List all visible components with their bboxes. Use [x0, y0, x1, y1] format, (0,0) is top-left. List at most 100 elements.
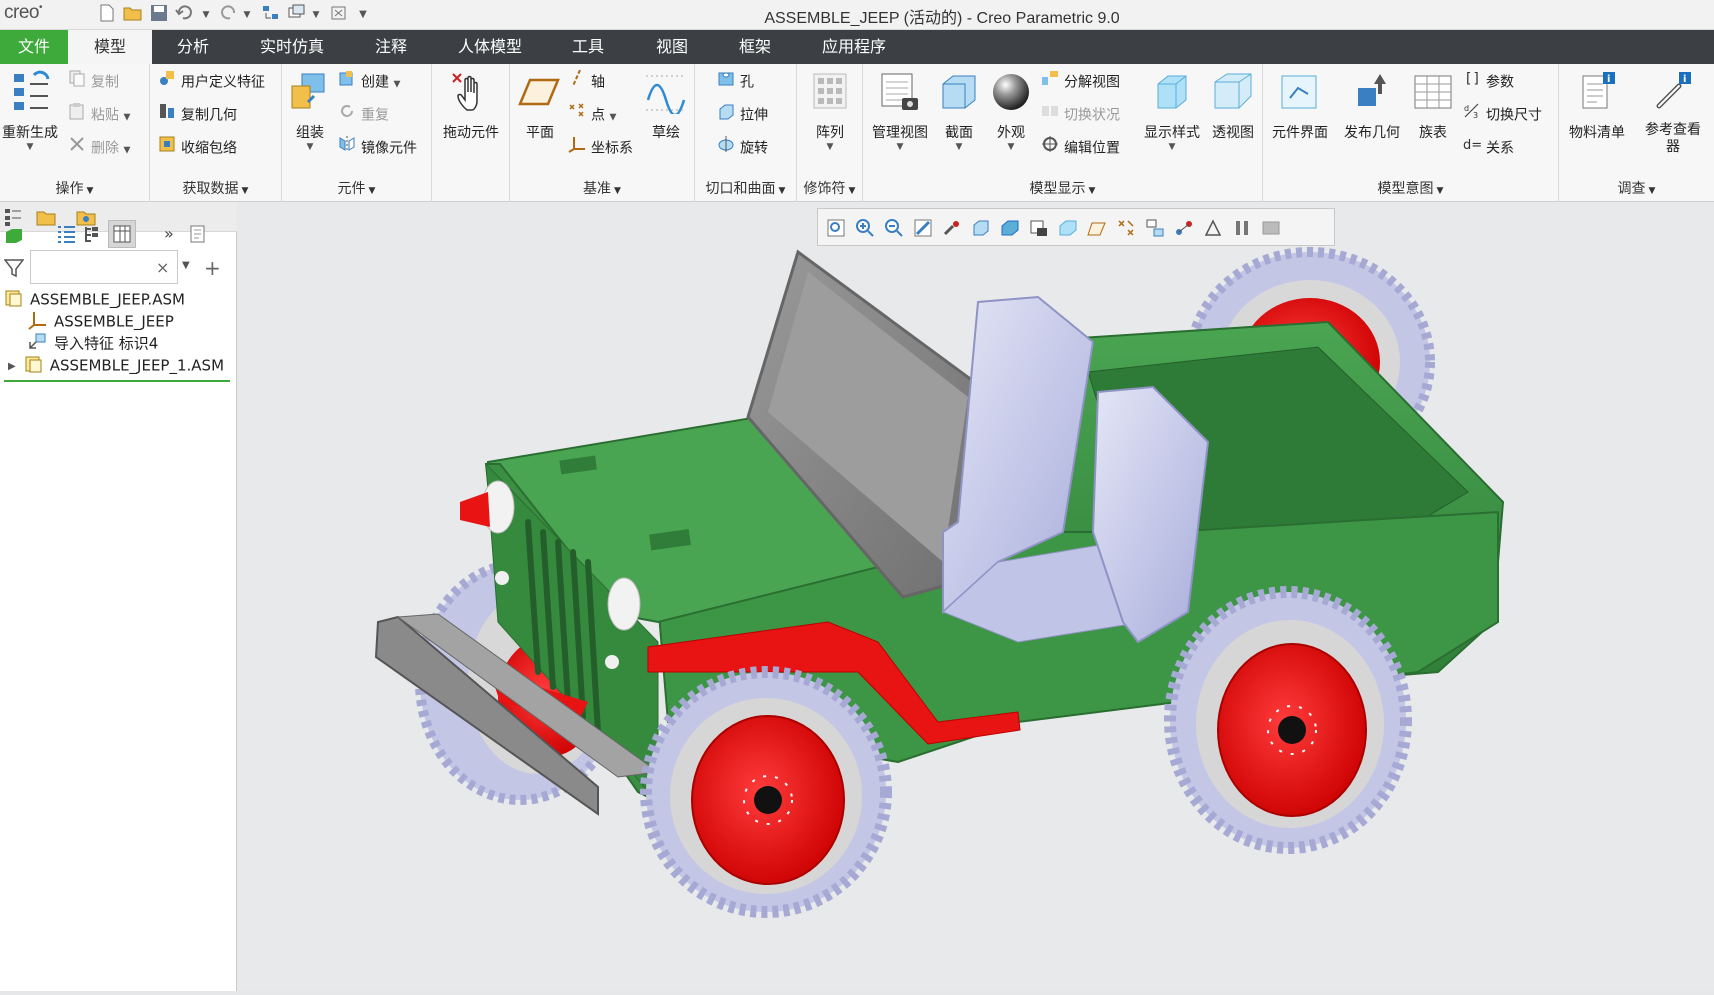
- group-label-model-intent[interactable]: 模型意图 ▼: [1263, 178, 1558, 198]
- bill-of-materials-button[interactable]: i 物料清单: [1563, 70, 1631, 142]
- view-normal-icon[interactable]: [1203, 218, 1223, 238]
- axis-button[interactable]: 轴: [568, 69, 605, 95]
- search-dropdown-icon[interactable]: ▼: [182, 260, 202, 280]
- section-dropdown-icon[interactable]: ▼: [933, 142, 985, 152]
- reference-viewer-button[interactable]: i 参考查看器: [1635, 70, 1711, 156]
- appearance-dropdown-icon[interactable]: ▼: [985, 142, 1037, 152]
- tree-item-csys[interactable]: ASSEMBLE_JEEP: [28, 310, 174, 334]
- spin-center-toggle-icon[interactable]: [1174, 218, 1194, 238]
- refit-icon[interactable]: [826, 218, 846, 238]
- repaint-icon[interactable]: [913, 218, 933, 238]
- tree-settings-icon[interactable]: [188, 224, 208, 244]
- front-left-wheel[interactable]: [640, 666, 892, 918]
- annotation-display-icon[interactable]: [1145, 218, 1165, 238]
- tab-file[interactable]: 文件: [0, 30, 68, 64]
- relations-button[interactable]: d= 关系: [1463, 135, 1514, 161]
- exit-view-icon[interactable]: [1261, 218, 1281, 238]
- datum-axes-display-icon[interactable]: [1116, 218, 1136, 238]
- tab-applications[interactable]: 应用程序: [800, 30, 908, 64]
- tree-filter-view-icon[interactable]: [82, 224, 102, 244]
- section-button[interactable]: 截面 ▼: [933, 70, 985, 152]
- graphics-window[interactable]: [238, 202, 1714, 991]
- insert-here-marker[interactable]: [4, 380, 230, 382]
- appearance-button[interactable]: 外观 ▼: [985, 70, 1037, 152]
- extrude-button[interactable]: 拉伸: [717, 102, 768, 128]
- datum-display-icon[interactable]: [1087, 218, 1107, 238]
- tree-columns-icon[interactable]: [108, 220, 136, 248]
- parameters-button[interactable]: [] 参数: [1463, 69, 1514, 95]
- edit-position-button[interactable]: 编辑位置: [1041, 135, 1120, 161]
- zoom-in-icon[interactable]: [855, 218, 875, 238]
- tab-view[interactable]: 视图: [634, 30, 710, 64]
- group-label-modifiers[interactable]: 修饰符 ▼: [797, 178, 862, 198]
- point-button[interactable]: 点 ▼: [568, 102, 616, 128]
- tab-tools[interactable]: 工具: [550, 30, 626, 64]
- view-manager-icon[interactable]: [1029, 218, 1049, 238]
- clear-search-icon[interactable]: ×: [156, 258, 176, 278]
- manage-views-dropdown-icon[interactable]: ▼: [869, 142, 931, 152]
- tree-item-assembly[interactable]: ASSEMBLE_JEEP.ASM: [4, 288, 185, 312]
- tree-list-view-icon[interactable]: [56, 224, 76, 244]
- copy-button[interactable]: 复制: [68, 69, 119, 95]
- delete-button[interactable]: 删除 ▼: [68, 135, 130, 161]
- display-style-dropdown-icon[interactable]: ▼: [1141, 142, 1203, 152]
- component-interface-button[interactable]: 元件界面: [1263, 70, 1337, 142]
- group-label-investigate[interactable]: 调查 ▼: [1559, 178, 1714, 198]
- drag-components-button[interactable]: 拖动元件: [432, 70, 510, 142]
- switch-dimensions-button[interactable]: d 3 切换尺寸: [1463, 102, 1542, 128]
- group-label-model-display[interactable]: 模型显示 ▼: [863, 178, 1262, 198]
- regenerate-button[interactable]: 重新生成 ▼: [0, 70, 60, 152]
- family-table-button[interactable]: 族表: [1407, 70, 1459, 142]
- tab-framework[interactable]: 框架: [716, 30, 794, 64]
- tree-item-subassembly[interactable]: ▶ ASSEMBLE_JEEP_1.ASM: [8, 354, 224, 378]
- group-label-operations[interactable]: 操作 ▼: [0, 178, 149, 198]
- expand-arrow-icon[interactable]: ▶: [8, 361, 16, 372]
- display-style-button[interactable]: 显示样式 ▼: [1141, 70, 1203, 152]
- model-tree-tab-icon[interactable]: [3, 207, 23, 227]
- display-style-toolbar-icon[interactable]: [1058, 218, 1078, 238]
- tab-live-simulation[interactable]: 实时仿真: [240, 30, 344, 64]
- exploded-view-button[interactable]: 分解视图: [1041, 69, 1120, 95]
- coordinate-system-button[interactable]: 坐标系: [568, 135, 633, 161]
- tab-model[interactable]: 模型: [68, 30, 152, 64]
- assemble-dropdown-icon[interactable]: ▼: [282, 142, 338, 152]
- tab-analysis[interactable]: 分析: [152, 30, 234, 64]
- copy-geometry-button[interactable]: 复制几何: [158, 102, 237, 128]
- pause-icon[interactable]: [1232, 218, 1252, 238]
- folder-browser-tab-icon[interactable]: [36, 207, 56, 227]
- tree-item-import-feature[interactable]: 导入特征 标识4: [28, 332, 158, 356]
- create-button[interactable]: 创建 ▼: [338, 69, 400, 95]
- group-label-get-data[interactable]: 获取数据 ▼: [150, 178, 281, 198]
- show-component-icon[interactable]: [4, 226, 24, 246]
- tab-annotate[interactable]: 注释: [352, 30, 430, 64]
- saved-orientations-icon[interactable]: [971, 218, 991, 238]
- plane-button[interactable]: 平面: [512, 70, 568, 142]
- manage-views-button[interactable]: 管理视图 ▼: [869, 70, 931, 152]
- named-views-icon[interactable]: [1000, 218, 1020, 238]
- pattern-dropdown-icon[interactable]: ▼: [797, 142, 863, 152]
- spin-center-icon[interactable]: [942, 218, 962, 238]
- hole-button[interactable]: 孔: [717, 69, 754, 95]
- group-label-datum[interactable]: 基准 ▼: [510, 178, 694, 198]
- publish-geometry-button[interactable]: 发布几何: [1337, 70, 1407, 142]
- mirror-component-button[interactable]: 镜像元件: [338, 135, 417, 161]
- sketch-button[interactable]: 草绘: [638, 70, 694, 142]
- tab-manikin[interactable]: 人体模型: [440, 30, 540, 64]
- jeep-model-view[interactable]: [238, 202, 1714, 991]
- more-tools-icon[interactable]: »: [164, 224, 184, 244]
- zoom-out-icon[interactable]: [884, 218, 904, 238]
- assemble-button[interactable]: 组装 ▼: [282, 70, 338, 152]
- add-filter-icon[interactable]: +: [204, 256, 224, 280]
- paste-button[interactable]: 粘贴 ▼: [68, 102, 130, 128]
- rear-wheel-near[interactable]: [1164, 586, 1412, 854]
- group-label-cuts-surfaces[interactable]: 切口和曲面 ▼: [695, 178, 796, 198]
- repeat-button[interactable]: 重复: [338, 102, 389, 128]
- shrinkwrap-button[interactable]: 收缩包络: [158, 135, 237, 161]
- revolve-button[interactable]: 旋转: [717, 135, 768, 161]
- filter-icon[interactable]: [3, 258, 25, 278]
- regenerate-dropdown-icon[interactable]: ▼: [0, 142, 60, 152]
- group-label-component[interactable]: 元件 ▼: [282, 178, 431, 198]
- udf-button[interactable]: 用户定义特征: [158, 69, 265, 95]
- pattern-button[interactable]: 阵列 ▼: [797, 70, 863, 152]
- perspective-view-button[interactable]: 透视图: [1205, 70, 1261, 142]
